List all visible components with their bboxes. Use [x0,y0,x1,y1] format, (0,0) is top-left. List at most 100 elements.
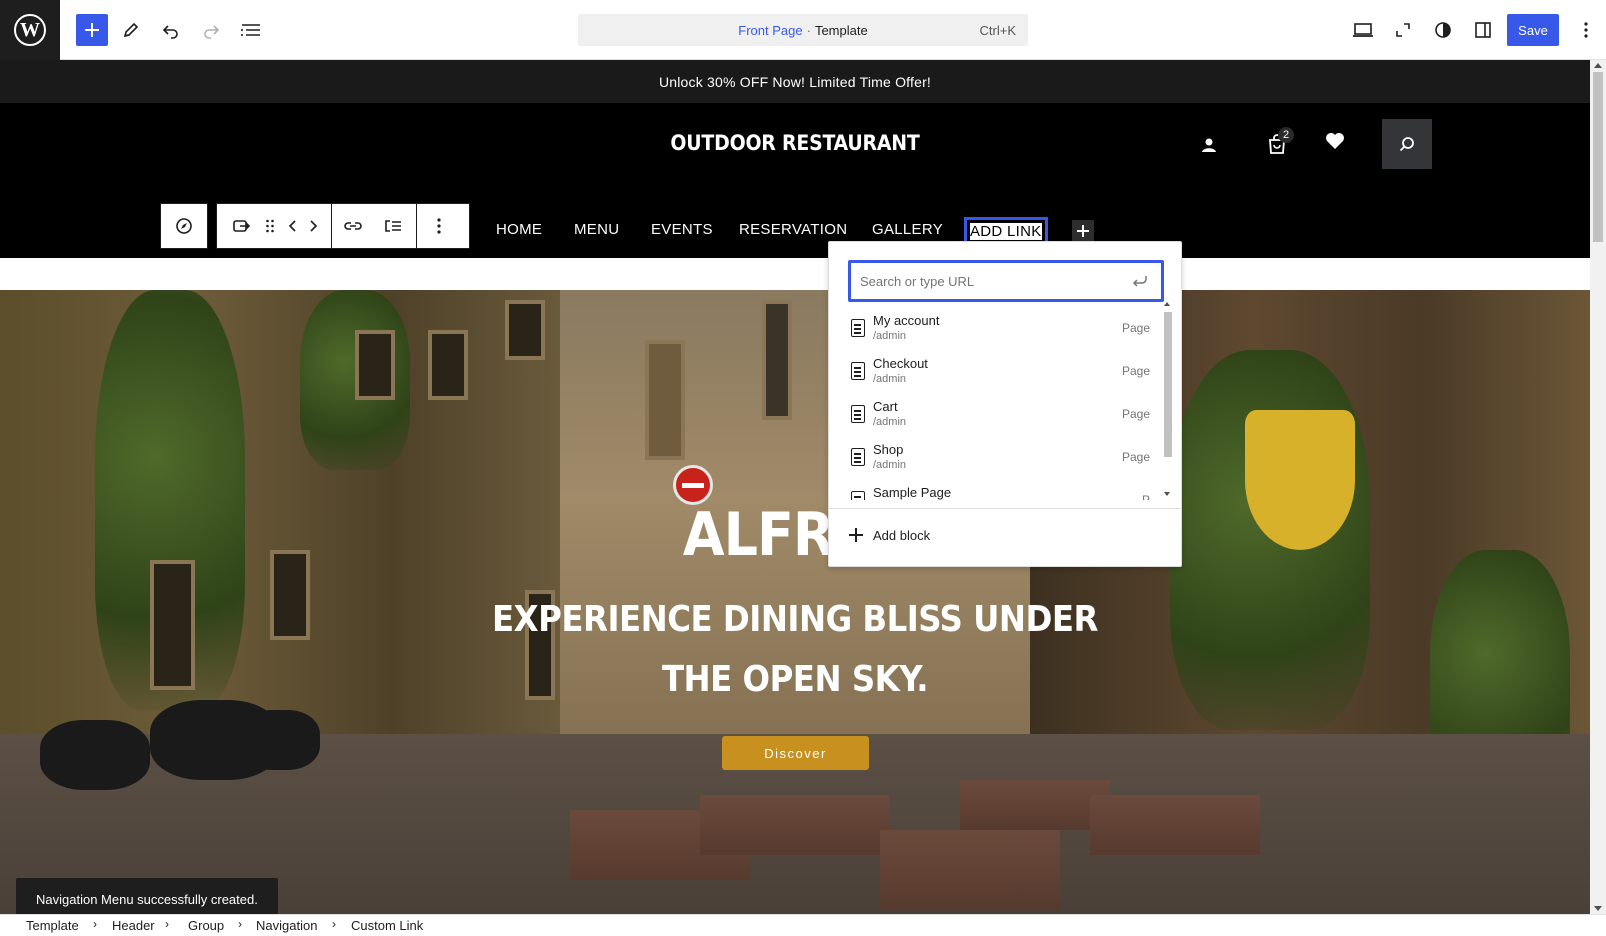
options-button[interactable] [1570,14,1602,46]
add-nav-item-plus-icon[interactable] [1072,220,1094,242]
account-icon[interactable] [1197,133,1221,157]
nav-item-events[interactable]: EVENTS [651,215,713,245]
contrast-icon [1435,22,1451,38]
suggestion-title: Checkout [873,356,928,371]
undo-button[interactable] [155,14,187,46]
view-button[interactable] [1347,14,1379,46]
wordpress-logo-button[interactable]: W [0,0,60,60]
redo-button[interactable] [195,14,227,46]
building-window [428,330,468,400]
scroll-up-arrow-icon[interactable] [1164,302,1170,306]
hero-heading[interactable]: ALFRES [0,500,1590,570]
suggestion-type: P [1141,493,1150,500]
scooter [240,710,320,770]
scroll-down-arrow-icon[interactable] [1164,492,1170,496]
add-block-button[interactable]: Add block [849,519,930,551]
suggestion-title: Sample Page [873,485,952,500]
hero-cover[interactable]: ALFRES EXPERIENCE DINING BLISS UNDER THE… [0,290,1590,914]
wordpress-logo-icon: W [14,14,46,46]
suggestion-title: Cart [873,399,898,414]
wishlist-heart-icon[interactable] [1323,129,1347,153]
suggestion-type: Page [1121,321,1150,335]
more-vertical-icon [1584,22,1588,38]
separator-dot: · [806,22,811,38]
header-spacer [0,258,1590,290]
promo-banner: Unlock 30% OFF Now! Limited Time Offer! [0,60,1590,103]
scroll-down-arrow-icon[interactable] [1594,906,1602,911]
submit-enter-icon[interactable] [1131,273,1149,289]
list-view-icon [241,24,260,36]
table-cloth [960,780,1110,830]
save-button[interactable]: Save [1507,14,1559,46]
table-cloth [1090,795,1260,855]
scroll-up-arrow-icon[interactable] [1594,63,1602,68]
plus-icon [849,528,863,542]
building-window [645,340,685,460]
chevron-right-icon: › [332,917,336,931]
search-icon [1399,137,1414,152]
page-icon [851,448,865,466]
building-window [505,300,545,360]
add-block-label: Add block [873,527,931,543]
suggestion-url: /admin [873,373,907,385]
building-window [355,330,395,400]
suggestions-scrollbar[interactable] [1163,300,1172,498]
editor-toolbar: W Front Page · Template Ctrl+K Save [0,0,1606,60]
search-button[interactable] [1382,119,1432,169]
block-inserter-button[interactable] [76,14,108,46]
suggestion-url: /admin [873,330,907,342]
suggestion-item[interactable]: My account /admin Page [844,310,1166,353]
desktop-icon [1353,23,1373,37]
suggestion-item[interactable]: Shop /admin Page [844,439,1166,482]
hero-subheading-line: EXPERIENCE DINING BLISS UNDER [492,599,1098,640]
chevron-right-icon: › [238,917,242,931]
breadcrumb-item[interactable]: Template [26,918,79,933]
document-overview-button[interactable] [235,14,267,46]
block-breadcrumb: Template › Header › Group › Navigation ›… [0,914,1606,936]
expand-icon [1396,23,1410,37]
hero-subheading[interactable]: EXPERIENCE DINING BLISS UNDER THE OPEN S… [0,590,1590,710]
suggestion-type: Page [1121,364,1150,378]
link-control-popover: My account /admin Page Checkout /admin P… [828,241,1182,567]
nav-item-menu[interactable]: MENU [574,215,619,245]
breadcrumb-item[interactable]: Group [188,918,224,933]
snackbar-message: Navigation Menu successfully created. [36,891,258,907]
zoom-out-button[interactable] [1387,14,1419,46]
building-window [762,300,792,420]
page-icon [851,362,865,380]
nav-item-home[interactable]: HOME [496,215,542,245]
suggestion-item[interactable]: Checkout /admin Page [844,353,1166,396]
undo-icon [162,25,178,39]
popover-divider [829,508,1181,509]
page-icon [851,491,865,500]
settings-sidebar-button[interactable] [1467,14,1499,46]
url-search-input[interactable] [848,260,1164,302]
sidebar-icon [1475,22,1491,38]
no-entry-sign [673,465,713,505]
scooter [40,720,150,790]
template-type: Template [814,22,868,38]
canvas-scrollbar[interactable] [1590,60,1606,914]
breadcrumb-item[interactable]: Custom Link [351,918,423,933]
link-suggestions-list: My account /admin Page Checkout /admin P… [844,310,1166,500]
breadcrumb-item[interactable]: Navigation [256,918,317,933]
suggestion-item[interactable]: Cart /admin Page [844,396,1166,439]
command-palette-bar[interactable]: Front Page · Template Ctrl+K [578,14,1028,46]
template-name: Front Page [738,22,803,38]
scrollbar-thumb[interactable] [1593,72,1603,242]
suggestion-url: /admin [873,416,907,428]
breadcrumb-item[interactable]: Header [112,918,155,933]
suggestion-type: Page [1121,407,1150,421]
chevron-right-icon: › [165,917,169,931]
editor-canvas[interactable]: Unlock 30% OFF Now! Limited Time Offer! … [0,60,1590,914]
cart-count-badge: 2 [1278,127,1294,143]
site-header[interactable]: OUTDOOR RESTAURANT 2 HOME MENU EVENTS RE… [0,103,1590,258]
add-link-label: ADD LINK [970,223,1042,240]
scrollbar-thumb[interactable] [1164,312,1172,457]
suggestion-item[interactable]: Sample Page P [844,482,1166,500]
suggestion-url: /admin [873,459,907,471]
discover-button[interactable]: Discover [722,736,869,770]
site-title[interactable]: OUTDOOR RESTAURANT [0,131,1590,155]
styles-button[interactable] [1427,14,1459,46]
tools-button[interactable] [115,14,147,46]
